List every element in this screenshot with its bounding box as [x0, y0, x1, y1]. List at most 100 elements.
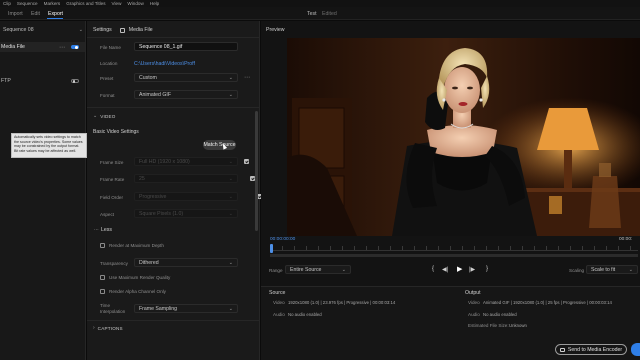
scaling-value: Scale to fit — [591, 266, 616, 273]
in-out-range-bar[interactable] — [270, 254, 638, 257]
chevron-down-icon: ⌄ — [228, 158, 233, 165]
chevron-down-icon: ⌄ — [228, 210, 233, 217]
render-alpha-checkbox[interactable] — [100, 289, 105, 294]
ftp-toggle[interactable] — [71, 78, 79, 84]
destination-item-ftp[interactable]: FTP — [0, 76, 85, 86]
chevron-down-icon: ⌄ — [228, 91, 233, 98]
field-order-value: Progressive — [139, 193, 167, 200]
send-to-media-encoder-button[interactable]: Send to Media Encoder — [555, 344, 627, 355]
frame-size-checkbox[interactable] — [244, 159, 249, 164]
menu-help[interactable]: Help — [150, 1, 159, 6]
frame-rate-value: 25 — [139, 175, 145, 182]
timecode-end: 00:00: — [619, 237, 633, 242]
collapse-chevron-icon: ⌄ — [93, 113, 98, 119]
step-forward-icon[interactable]: |▶ — [469, 266, 475, 273]
render-alpha-label: Render Alpha Channel Only — [109, 289, 166, 294]
workspace-header: Import Edit Export Test Edited — [0, 7, 640, 20]
more-options-icon[interactable]: ⋯ — [59, 44, 65, 51]
file-size-value: Unknown — [509, 323, 527, 328]
preset-value: Custom — [139, 74, 157, 81]
chevron-down-icon: ⌄ — [228, 259, 233, 266]
basic-video-heading: Basic Video Settings — [93, 129, 139, 135]
file-name-input[interactable]: Sequence 08_1.gif — [134, 42, 238, 51]
playhead[interactable] — [270, 244, 273, 253]
media-file-toggle[interactable] — [71, 44, 79, 50]
output-video-label: Video — [468, 300, 480, 305]
time-interpolation-value: Frame Sampling — [139, 305, 178, 312]
collapse-dots-icon: ⋯ — [94, 227, 99, 233]
preset-label: Preset — [100, 76, 114, 81]
render-alpha-row[interactable]: Render Alpha Channel Only — [100, 289, 166, 294]
frame-rate-dropdown[interactable]: 25 ⌄ — [134, 174, 238, 183]
mark-in-icon[interactable]: { — [432, 266, 434, 272]
file-name-label: File Name — [100, 45, 121, 50]
sequence-name: Sequence 08 — [3, 27, 34, 33]
source-video-value: 1920x1080 (1.0) | 23.976 fps | Progressi… — [288, 300, 396, 305]
tab-export[interactable]: Export — [48, 11, 63, 17]
scaling-dropdown[interactable]: Scale to fit ⌄ — [586, 265, 638, 274]
media-file-header: Media File — [128, 27, 153, 33]
destination-label: Media File — [1, 44, 25, 50]
match-source-tooltip: Automatically sets video settings to mat… — [11, 133, 87, 158]
menu-sequence[interactable]: Sequence — [17, 1, 38, 6]
frame-size-dropdown[interactable]: Full HD (1920 x 1080) ⌄ — [134, 157, 238, 166]
transparency-label: Transparency — [100, 261, 128, 266]
source-audio-value: No audio enabled — [288, 312, 322, 317]
chevron-down-icon: ⌄ — [228, 305, 233, 312]
location-link[interactable]: C:\Users\hadi\Videos\Proff — [134, 61, 195, 67]
export-button[interactable] — [631, 343, 640, 356]
source-audio-label: Audio — [273, 312, 285, 317]
render-max-depth-checkbox[interactable] — [100, 243, 105, 248]
tooltip-text: Automatically sets video settings to mat… — [14, 135, 83, 153]
tab-edit[interactable]: Edit — [31, 11, 40, 17]
play-icon[interactable]: ▶ — [457, 265, 462, 273]
format-label: Format — [100, 93, 115, 98]
location-label: Location — [100, 61, 118, 66]
settings-scrollbar[interactable] — [255, 111, 258, 231]
chevron-down-icon: ⌄ — [228, 193, 233, 200]
range-label: Range — [269, 268, 283, 273]
max-render-quality-label: Use Maximum Render Quality — [109, 275, 171, 280]
step-back-icon[interactable]: ◀| — [442, 266, 448, 273]
transparency-dropdown[interactable]: Dithered ⌄ — [134, 258, 238, 267]
max-render-quality-row[interactable]: Use Maximum Render Quality — [100, 275, 170, 280]
captions-section-header[interactable]: › CAPTIONS — [93, 325, 123, 331]
preset-dropdown[interactable]: Custom ⌄ — [134, 73, 238, 82]
destination-label: FTP — [1, 78, 11, 84]
tab-export-underline — [47, 18, 63, 19]
less-label: Less — [101, 227, 112, 233]
preview-image — [287, 38, 640, 236]
destination-item-media-file[interactable]: Media File ⋯ — [0, 42, 85, 52]
project-title: Test — [307, 11, 317, 17]
captions-section-label: CAPTIONS — [97, 325, 123, 331]
timecode-start: 00:00:00:00 — [270, 237, 296, 242]
field-order-dropdown[interactable]: Progressive ⌄ — [134, 192, 238, 201]
field-order-label: Field Order — [100, 195, 123, 200]
range-dropdown[interactable]: Entire Source ⌄ — [285, 265, 351, 274]
sequence-dropdown-chevron-icon[interactable]: ⌄ — [79, 27, 83, 33]
mark-out-icon[interactable]: } — [486, 266, 488, 272]
menu-graphics[interactable]: Graphics and Titles — [66, 1, 105, 6]
menu-view[interactable]: View — [112, 1, 122, 6]
preset-more-icon[interactable]: ⋯ — [244, 74, 250, 81]
less-button[interactable]: ⋯ Less — [94, 227, 112, 233]
menu-window[interactable]: Window — [127, 1, 143, 6]
output-video-value: Animated GIF | 1920x1080 (1.0) | 25 fps … — [483, 300, 612, 305]
render-max-depth-row[interactable]: Render at Maximum Depth — [100, 243, 164, 248]
frame-size-value: Full HD (1920 x 1080) — [139, 158, 190, 165]
max-render-quality-checkbox[interactable] — [100, 275, 105, 280]
menu-clip[interactable]: Clip — [3, 1, 11, 6]
tab-import[interactable]: Import — [8, 11, 23, 17]
menu-markers[interactable]: Markers — [44, 1, 61, 6]
video-section-header[interactable]: ⌄ VIDEO — [93, 113, 116, 119]
format-value: Animated GIF — [139, 91, 172, 98]
time-interpolation-dropdown[interactable]: Frame Sampling ⌄ — [134, 304, 238, 313]
match-source-label: Match Source — [203, 142, 236, 148]
format-dropdown[interactable]: Animated GIF ⌄ — [134, 90, 238, 99]
aspect-value: Square Pixels (1.0) — [139, 210, 184, 217]
timeline-ruler[interactable] — [270, 246, 638, 251]
match-source-button[interactable]: Match Source — [203, 140, 236, 150]
scaling-label: Scaling — [569, 268, 585, 273]
aspect-dropdown[interactable]: Square Pixels (1.0) ⌄ — [134, 209, 238, 218]
file-size-label: Estimated File Size: — [468, 323, 509, 328]
